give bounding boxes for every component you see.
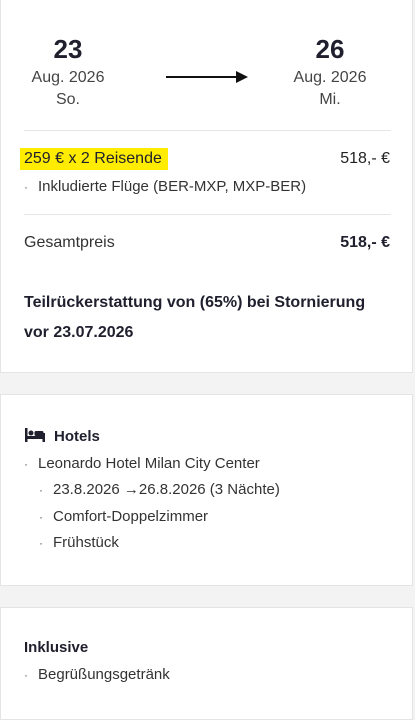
bullet-icon: · [24,668,28,682]
hotel-room-type-text: Comfort-Doppelzimmer [53,508,209,525]
bullet-icon: · [24,180,28,194]
total-label: Gesamtpreis [24,234,115,251]
inclusive-item-text: Begrüßungsgetränk [38,666,170,683]
hotel-board: · Frühstück [39,533,119,553]
return-month: Aug. 2026 [293,69,367,86]
arrow-right-icon [166,71,248,83]
hotel-dates-text: 23.8.2026 →26.8.2026 (3 Nächte) [53,481,280,498]
bed-icon [25,428,45,442]
inclusive-item: · Begrüßungsgetränk [24,665,170,685]
return-day: 26 [315,34,345,64]
bullet-icon: · [39,536,43,550]
bullet-icon: · [39,483,43,497]
bullet-icon: · [39,510,43,524]
hotel-name-text: Leonardo Hotel Milan City Center [38,455,260,472]
divider [24,214,391,215]
hotel-room-type: · Comfort-Doppelzimmer [39,507,208,527]
divider [24,130,391,131]
hotels-title: Hotels [54,428,100,445]
departure-month: Aug. 2026 [31,69,105,86]
flights-note-text: Inkludierte Flüge (BER-MXP, MXP-BER) [38,178,307,195]
inclusive-title: Inklusive [24,639,89,656]
bullet-icon: · [24,457,28,471]
departure-day: 23 [53,34,83,64]
return-weekday: Mi. [319,91,341,108]
departure-date: 23 Aug. 2026 So. [8,34,128,111]
price-per-traveler: 259 € x 2 Reisende [20,148,168,170]
total-amount: 518,- € [340,234,390,251]
price-line-amount: 518,- € [340,150,390,167]
refund-notice: Teilrückerstattung von (65%) bei Stornie… [24,294,366,341]
return-date: 26 Aug. 2026 Mi. [270,34,390,111]
hotel-board-text: Frühstück [53,534,119,551]
inclusive-card [0,607,413,720]
hotel-name: · Leonardo Hotel Milan City Center [24,454,260,474]
departure-weekday: So. [55,91,80,108]
flights-note: · Inkludierte Flüge (BER-MXP, MXP-BER) [24,177,306,197]
hotel-dates: · 23.8.2026 →26.8.2026 (3 Nächte) [39,480,280,500]
